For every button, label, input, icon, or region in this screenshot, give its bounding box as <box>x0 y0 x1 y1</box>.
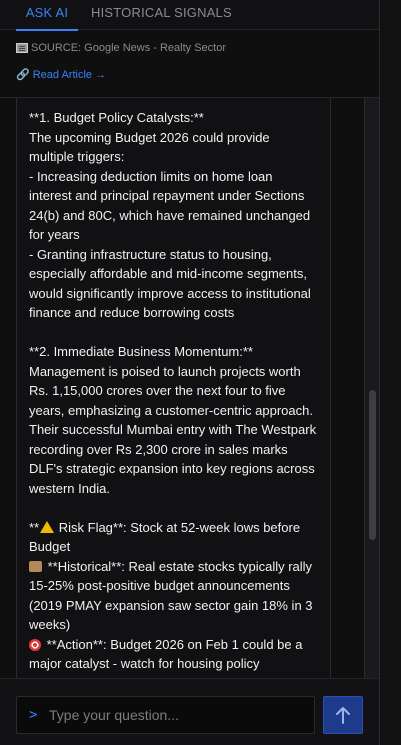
action-line: **Action**: Budget 2026 on Feb 1 could b… <box>29 635 318 679</box>
chat-scrollbar[interactable] <box>364 98 379 678</box>
send-button[interactable] <box>323 696 363 734</box>
action-text: **Action**: Budget 2026 on Feb 1 could b… <box>29 636 303 679</box>
question-composer: > <box>0 678 379 745</box>
risk-flag-prefix: ** <box>29 519 40 535</box>
ai-response-message: **1. Budget Policy Catalysts:** The upco… <box>16 98 331 678</box>
article-link-row: 🔗 Read Article → <box>16 68 106 82</box>
scroll-icon <box>29 560 42 572</box>
arrow-up-icon <box>336 707 350 724</box>
response-bullet: - Granting infrastructure status to hous… <box>29 246 315 321</box>
historical-line: **Historical**: Real estate stocks typic… <box>29 557 318 635</box>
historical-text: **Historical**: Real estate stocks typic… <box>29 558 317 633</box>
tab-ask-ai[interactable]: ASK AI <box>16 0 78 31</box>
response-paragraph: The upcoming Budget 2026 could provide m… <box>29 129 274 165</box>
source-line: SOURCE: Google News - Realty Sector <box>16 42 226 54</box>
question-input[interactable] <box>49 697 309 733</box>
response-bullet: - Increasing deduction limits on home lo… <box>29 168 314 243</box>
panel-edge <box>379 0 401 745</box>
response-paragraph: Management is poised to launch projects … <box>29 363 320 496</box>
source-text: SOURCE: Google News - Realty Sector <box>31 42 227 54</box>
read-article-link[interactable]: Read Article → <box>33 69 106 81</box>
target-icon <box>29 638 41 651</box>
tab-historical-signals[interactable]: HISTORICAL SIGNALS <box>91 0 232 30</box>
tab-bar: ASK AI HISTORICAL SIGNALS <box>0 0 379 31</box>
prompt-chevron-icon: > <box>29 707 38 723</box>
question-input-wrapper: > <box>16 696 315 734</box>
response-heading-2: **2. Immediate Business Momentum:** <box>29 344 253 359</box>
chat-scroll-area[interactable]: **1. Budget Policy Catalysts:** The upco… <box>0 98 379 678</box>
newspaper-icon <box>16 43 28 53</box>
warning-icon <box>40 520 55 533</box>
response-heading-1: **1. Budget Policy Catalysts:** <box>29 110 204 125</box>
scrollbar-thumb[interactable] <box>369 390 376 540</box>
source-panel: SOURCE: Google News - Realty Sector 🔗 Re… <box>0 31 379 98</box>
risk-flag-text: Risk Flag**: Stock at 52-week lows befor… <box>29 519 304 555</box>
risk-flag-line: ** Risk Flag**: Stock at 52-week lows be… <box>29 518 318 557</box>
link-icon: 🔗 <box>16 69 30 81</box>
